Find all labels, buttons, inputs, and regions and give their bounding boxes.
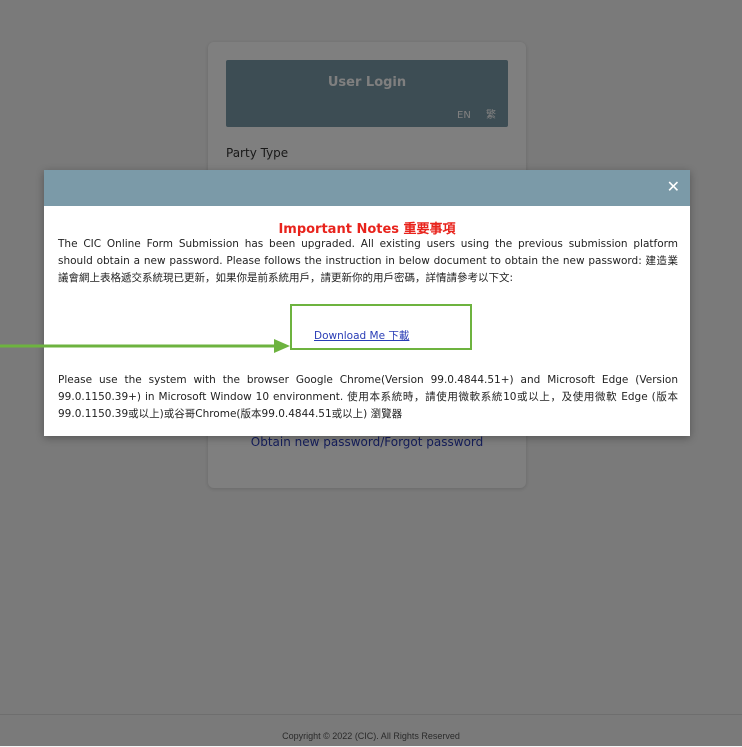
download-link[interactable]: Download Me 下載 [314, 328, 409, 343]
browser-requirement-text: Please use the system with the browser G… [58, 374, 678, 420]
modal-title: Important Notes 重要事項 [278, 222, 456, 237]
download-highlight-box: Download Me 下載 [290, 304, 472, 350]
upgrade-notice-text: The CIC Online Form Submission has been … [58, 238, 678, 284]
modal-header: ✕ [44, 170, 690, 206]
important-notes-modal: ✕ Important Notes 重要事項 The CIC Online Fo… [44, 170, 690, 436]
close-icon[interactable]: ✕ [667, 178, 680, 196]
